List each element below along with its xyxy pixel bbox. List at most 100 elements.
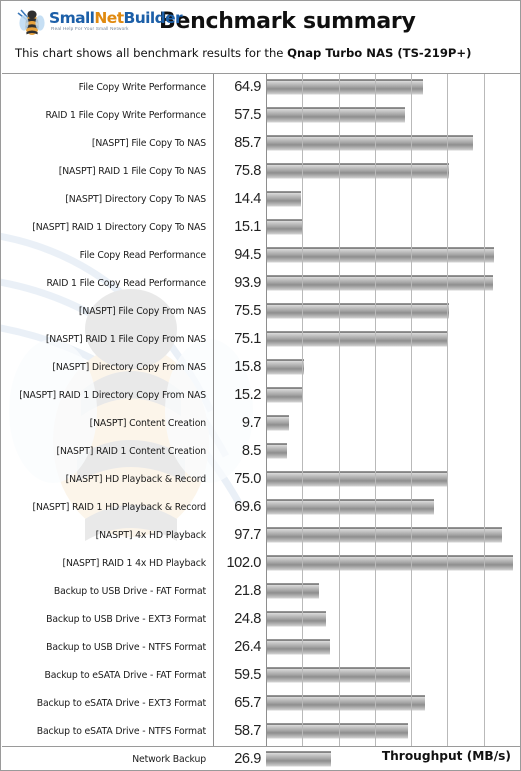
benchmark-chart-page: SmallNetBuilder Real Help For Your Small… — [0, 0, 521, 771]
benchmark-bar — [266, 751, 332, 767]
benchmark-row: [NASPT] RAID 1 File Copy To NAS 75.8 — [2, 157, 520, 185]
benchmark-bar-cell — [266, 605, 520, 633]
benchmark-value: 26.9 — [234, 751, 261, 767]
benchmark-value: 59.5 — [234, 667, 261, 683]
benchmark-label: Backup to USB Drive - FAT Format — [53, 585, 206, 597]
benchmark-label: File Copy Write Performance — [78, 81, 207, 93]
benchmark-value: 75.5 — [234, 303, 261, 319]
benchmark-bar — [266, 247, 495, 263]
benchmark-row: [NASPT] 4x HD Playback 97.7 — [2, 521, 520, 549]
logo-word-builder: Builder — [123, 8, 183, 27]
benchmark-bar — [266, 135, 474, 151]
benchmark-bar — [266, 331, 448, 347]
benchmark-row: [NASPT] RAID 1 Directory Copy To NAS 15.1 — [2, 213, 520, 241]
benchmark-row: [NASPT] Content Creation 9.7 — [2, 409, 520, 437]
benchmark-bar-cell — [266, 129, 520, 157]
benchmark-bar — [266, 443, 287, 459]
benchmark-value: 93.9 — [234, 275, 261, 291]
benchmark-value: 65.7 — [234, 695, 261, 711]
benchmark-bar-cell — [266, 185, 520, 213]
benchmark-bar — [266, 723, 408, 739]
benchmark-value: 26.4 — [234, 639, 261, 655]
benchmark-label: [NASPT] RAID 1 Directory Copy From NAS — [19, 389, 206, 401]
benchmark-value: 24.8 — [234, 611, 261, 627]
benchmark-row: [NASPT] File Copy From NAS 75.5 — [2, 297, 520, 325]
benchmark-bar-cell — [266, 717, 520, 745]
benchmark-bar — [266, 191, 301, 207]
benchmark-bar — [266, 359, 305, 375]
benchmark-label: Backup to USB Drive - NTFS Format — [46, 641, 206, 653]
benchmark-bar-cell — [266, 633, 520, 661]
benchmark-row: RAID 1 File Copy Write Performance 57.5 — [2, 101, 520, 129]
bee-mascot-icon — [17, 8, 45, 35]
benchmark-value: 58.7 — [234, 723, 261, 739]
benchmark-bar-cell — [266, 325, 520, 353]
benchmark-value: 9.7 — [241, 415, 261, 431]
logo-tagline: Real Help For Your Small Network — [51, 25, 129, 31]
benchmark-bar — [266, 695, 425, 711]
benchmark-row: [NASPT] Directory Copy From NAS 15.8 — [2, 353, 520, 381]
benchmark-row: [NASPT] RAID 1 4x HD Playback 102.0 — [2, 549, 520, 577]
benchmark-row: Backup to USB Drive - NTFS Format 26.4 — [2, 633, 520, 661]
benchmark-row: [NASPT] HD Playback & Record 75.0 — [2, 465, 520, 493]
benchmark-value: 15.1 — [234, 219, 261, 235]
benchmark-row: [NASPT] RAID 1 File Copy From NAS 75.1 — [2, 325, 520, 353]
benchmark-value: 69.6 — [234, 499, 261, 515]
benchmark-value: 8.5 — [241, 443, 261, 459]
benchmark-value: 102.0 — [226, 555, 261, 571]
page-title: Benchmark summary — [159, 9, 416, 34]
subtitle-device-name: Qnap Turbo NAS (TS-219P+) — [287, 46, 472, 60]
benchmark-bar — [266, 415, 290, 431]
benchmark-row: [NASPT] File Copy To NAS 85.7 — [2, 129, 520, 157]
benchmark-value: 14.4 — [234, 191, 261, 207]
benchmark-row: [NASPT] RAID 1 Directory Copy From NAS 15… — [2, 381, 520, 409]
benchmark-value: 85.7 — [234, 135, 261, 151]
benchmark-bar-cell — [266, 549, 520, 577]
benchmark-bar-cell — [266, 661, 520, 689]
benchmark-bar-cell — [266, 689, 520, 717]
benchmark-label: RAID 1 File Copy Read Performance — [46, 277, 207, 289]
benchmark-row: Backup to USB Drive - FAT Format 21.8 — [2, 577, 520, 605]
benchmark-value: 64.9 — [234, 79, 261, 95]
logo-word-net: Net — [94, 8, 124, 27]
benchmark-bar — [266, 163, 450, 179]
benchmark-row: Backup to eSATA Drive - NTFS Format 58.7 — [2, 717, 520, 745]
benchmark-label: [NASPT] RAID 1 4x HD Playback — [62, 557, 207, 569]
benchmark-bar-cell — [266, 465, 520, 493]
benchmark-value: 97.7 — [234, 527, 261, 543]
benchmark-label: [NASPT] RAID 1 File Copy From NAS — [45, 333, 206, 345]
benchmark-bar — [266, 303, 449, 319]
logo-wordmark: SmallNetBuilder — [49, 8, 183, 27]
benchmark-bar-cell — [266, 381, 520, 409]
benchmark-row: RAID 1 File Copy Read Performance 93.9 — [2, 269, 520, 297]
benchmark-bar — [266, 639, 330, 655]
benchmark-value: 15.8 — [234, 359, 261, 375]
benchmark-bar — [266, 527, 503, 543]
smallnetbuilder-logo[interactable]: SmallNetBuilder Real Help For Your Small… — [15, 5, 183, 39]
benchmark-label: [NASPT] File Copy To NAS — [91, 137, 206, 149]
benchmark-bar-cell — [266, 241, 520, 269]
x-axis-title: Throughput (MB/s) — [381, 749, 511, 763]
benchmark-label: [NASPT] Directory Copy To NAS — [65, 193, 206, 205]
benchmark-value: 15.2 — [234, 387, 261, 403]
benchmark-row: Backup to USB Drive - EXT3 Format 24.8 — [2, 605, 520, 633]
benchmark-row: [NASPT] RAID 1 HD Playback & Record 69.6 — [2, 493, 520, 521]
benchmark-bar-cell — [266, 297, 520, 325]
benchmark-row: Backup to eSATA Drive - FAT Format 59.5 — [2, 661, 520, 689]
logo-word-small: Small — [49, 8, 95, 27]
chart-subtitle: This chart shows all benchmark results f… — [1, 42, 520, 66]
benchmark-label: [NASPT] File Copy From NAS — [78, 305, 206, 317]
benchmark-bar — [266, 107, 405, 123]
benchmark-bar-cell — [266, 353, 520, 381]
benchmark-bar — [266, 667, 410, 683]
benchmark-bar-cell — [266, 157, 520, 185]
benchmark-bar — [266, 79, 423, 95]
benchmark-row: [NASPT] RAID 1 Content Creation 8.5 — [2, 437, 520, 465]
benchmark-row: Backup to eSATA Drive - EXT3 Format 65.7 — [2, 689, 520, 717]
benchmark-bar — [266, 583, 319, 599]
benchmark-row: [NASPT] Directory Copy To NAS 14.4 — [2, 185, 520, 213]
benchmark-bar-cell — [266, 577, 520, 605]
benchmark-bar-cell — [266, 437, 520, 465]
benchmark-label: [NASPT] RAID 1 File Copy To NAS — [58, 165, 206, 177]
benchmark-label: File Copy Read Performance — [79, 249, 207, 261]
